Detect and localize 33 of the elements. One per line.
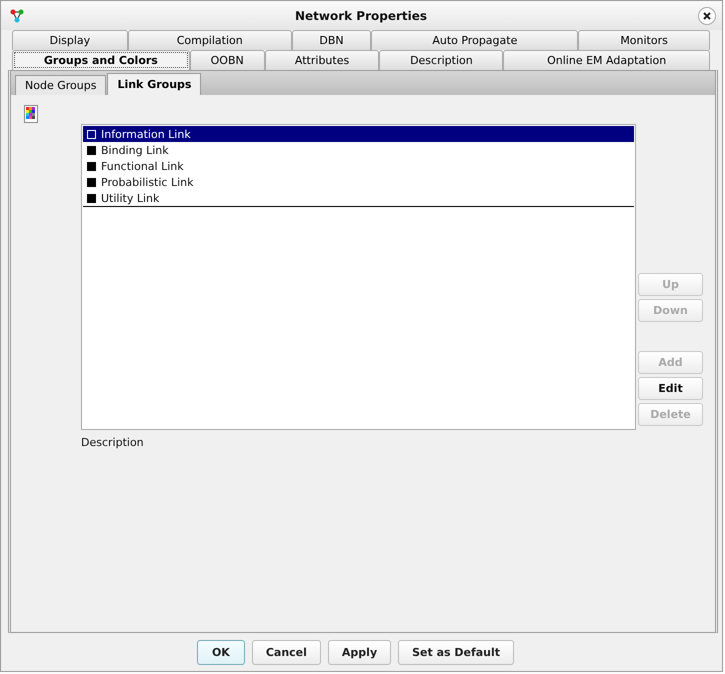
list-item[interactable]: Information Link [83,126,634,142]
tab[interactable]: Link Groups [107,73,202,95]
list-item[interactable]: Binding Link [83,142,634,158]
list-item[interactable]: Probabilistic Link [83,174,634,190]
dialog-button[interactable]: Set as Default [398,640,514,664]
tab[interactable]: Attributes [264,50,380,70]
tab[interactable]: Node Groups [15,75,106,95]
tab[interactable]: Monitors [578,30,710,50]
tab[interactable]: DBN [292,30,372,50]
tab[interactable]: Display [12,30,128,50]
color-palette-icon [24,105,38,123]
action-button[interactable]: Edit [638,377,703,400]
network-icon [10,8,24,22]
dialog-button[interactable]: Apply [328,640,392,664]
color-swatch-icon [87,194,96,202]
tab[interactable]: Groups and Colors [12,50,190,70]
window-title: Network Properties [294,8,428,22]
list-item[interactable]: Utility Link [83,190,634,206]
list-item[interactable]: Functional Link [83,158,634,174]
color-swatch-icon [87,146,96,154]
color-swatch-icon [87,130,96,138]
color-swatch-icon [87,162,96,170]
description-label: Description [81,436,145,449]
tab[interactable]: Auto Propagate [371,30,578,50]
close-icon [703,12,711,20]
dialog-button[interactable]: Cancel [252,640,321,664]
color-swatch-icon [87,178,96,186]
tab[interactable]: OOBN [190,50,265,70]
tab[interactable]: Description [379,50,504,70]
tab[interactable]: Online EM Adaptation [503,50,710,70]
close-button[interactable] [698,6,716,24]
tab[interactable]: Compilation [128,30,292,50]
dialog-button[interactable]: OK [196,640,245,664]
